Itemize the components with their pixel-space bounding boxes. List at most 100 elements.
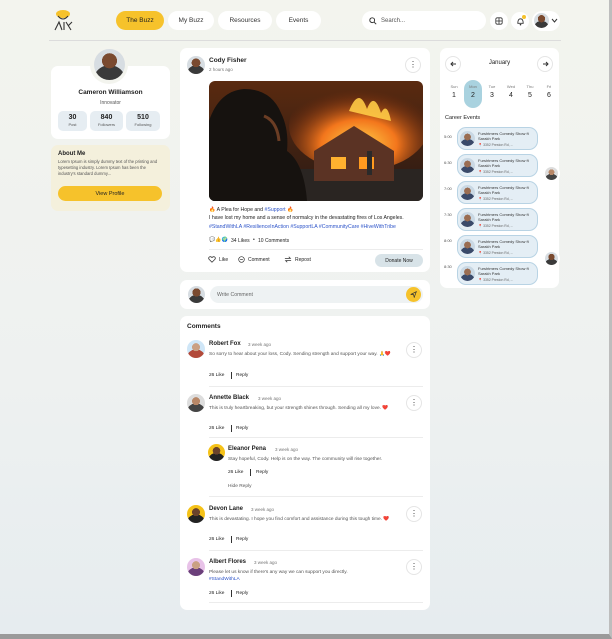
comment-more-button[interactable]: ⋮	[406, 559, 422, 575]
tab-resources[interactable]: Resources	[218, 11, 272, 30]
rail-avatar[interactable]	[543, 250, 560, 267]
grid-button[interactable]	[490, 12, 508, 30]
comment-hashtag[interactable]: #StandWithLA	[209, 577, 240, 582]
post-likes[interactable]: 34 Likes	[231, 238, 250, 244]
comment-author[interactable]: Devon Lane	[209, 506, 243, 512]
rail-avatar[interactable]	[543, 165, 560, 182]
search-icon	[369, 16, 377, 25]
comment-author[interactable]: Annette Black	[209, 395, 249, 401]
search-input[interactable]: Search...	[362, 11, 486, 30]
time-label: 7:30	[444, 212, 452, 217]
post-comments-count[interactable]: 10 Comments	[258, 238, 289, 244]
post-title: 🔥 A Plea for Hope and #Support 🔥	[209, 207, 294, 213]
tab-events[interactable]: Events	[276, 11, 321, 30]
comment-more-button[interactable]: ⋮	[406, 342, 422, 358]
event-card[interactable]: Furshtmers Comedy Show ft Sarakh Park 📍 3…	[457, 154, 538, 177]
comment-text: So sorry to hear about your loss, Cody. …	[209, 352, 391, 357]
calendar-day[interactable]: Sun 1	[445, 80, 463, 108]
event-thumbnail	[460, 185, 475, 200]
post-more-button[interactable]: ⋮	[405, 57, 421, 73]
action-separator	[231, 536, 232, 543]
reply-avatar[interactable]	[208, 444, 225, 461]
hive-logo[interactable]	[51, 8, 75, 36]
comment-reply-button[interactable]: Reply	[236, 426, 248, 431]
comment-likes[interactable]: 26 Like	[209, 537, 224, 542]
event-card[interactable]: Furshtmers Comedy Show ft Sarakh Park 📍 3…	[457, 127, 538, 150]
comment-avatar[interactable]	[187, 505, 205, 523]
calendar-day[interactable]: Wed 4	[502, 80, 520, 108]
hashtag-support[interactable]: #Support	[265, 207, 286, 213]
stat-followers[interactable]: 840 Followers	[90, 111, 123, 131]
send-button[interactable]	[406, 287, 421, 302]
search-placeholder: Search...	[381, 17, 406, 24]
comment-likes[interactable]: 26 Like	[209, 373, 224, 378]
notification-dot	[522, 15, 526, 19]
time-label: 7:00	[444, 186, 452, 191]
time-label: 6:30	[444, 160, 452, 165]
hide-reply-button[interactable]: Hide Reply	[228, 484, 251, 489]
tab-the-buzz[interactable]: The Buzz	[116, 11, 164, 30]
arrow-right-icon	[542, 61, 549, 67]
event-card[interactable]: Furshtmers Comedy Show ft Sarakh Park 📍 3…	[457, 208, 538, 231]
about-title: About Me	[58, 151, 86, 157]
action-separator	[231, 372, 232, 379]
notification-button[interactable]	[511, 12, 529, 30]
write-comment-input[interactable]: Write Comment	[210, 286, 423, 303]
about-text: Lorem Ipsum is simply dummy text of the …	[58, 159, 158, 176]
comment-text: This is devastating. I hope you find com…	[209, 517, 390, 522]
reply-author[interactable]: Eleanor Pena	[228, 446, 266, 452]
comment-button[interactable]: Comment	[238, 256, 270, 263]
post-author-name[interactable]: Cody Fisher	[209, 57, 247, 64]
calendar-day[interactable]: Thu 5	[521, 80, 539, 108]
comment-avatar[interactable]	[187, 340, 205, 358]
comment-reply-button[interactable]: Reply	[236, 591, 248, 596]
comment-time: 3 week ago	[258, 396, 282, 401]
post-body: I have lost my home and a sense of norma…	[209, 215, 404, 221]
post-divider	[209, 249, 423, 250]
app-window: The Buzz My Buzz Resources Events Search…	[0, 0, 612, 639]
tab-my-buzz[interactable]: My Buzz	[168, 11, 214, 30]
profile-avatar[interactable]	[94, 49, 125, 80]
comment-more-button[interactable]: ⋮	[406, 506, 422, 522]
event-card[interactable]: Furshtmers Comedy Show ft Sarakh Park 📍 3…	[457, 262, 538, 285]
reaction-icons: 💬👍🌍	[209, 237, 228, 243]
calendar-day-selected[interactable]: Mon 2	[464, 80, 482, 108]
event-thumbnail	[460, 239, 475, 254]
career-events-title: Career Events	[445, 115, 481, 121]
calendar-day[interactable]: Tue 3	[483, 80, 501, 108]
comment-more-button[interactable]: ⋮	[406, 395, 422, 411]
reply-likes[interactable]: 26 Like	[228, 470, 243, 475]
action-separator	[250, 469, 251, 476]
grid-icon	[495, 17, 503, 25]
calendar-day[interactable]: Fri 6	[540, 80, 558, 108]
stat-following[interactable]: 510 Following	[126, 111, 160, 131]
repost-button[interactable]: Repost	[284, 256, 311, 263]
post-author-avatar[interactable]	[187, 56, 205, 74]
comment-reply-button[interactable]: Reply	[236, 537, 248, 542]
stat-posts[interactable]: 30 Post	[58, 111, 87, 131]
comment-reply-button[interactable]: Reply	[236, 373, 248, 378]
comment-text: This is truly heartbreaking, but your st…	[209, 406, 389, 411]
event-thumbnail	[460, 266, 475, 281]
heart-icon	[208, 256, 216, 263]
comment-avatar[interactable]	[187, 558, 205, 576]
post-image[interactable]	[209, 81, 423, 201]
event-thumbnail	[460, 131, 475, 146]
comment-likes[interactable]: 26 Like	[209, 426, 224, 431]
comment-likes[interactable]: 26 Like	[209, 591, 224, 596]
event-thumbnail	[460, 212, 475, 227]
comment-avatar[interactable]	[187, 394, 205, 412]
event-card[interactable]: Furshtmers Comedy Show ft Sarakh Park 📍 3…	[457, 235, 538, 258]
reply-text: Stay hopeful, Cody. Help is on the way. …	[228, 457, 383, 462]
comment-author[interactable]: Robert Fox	[209, 341, 241, 347]
post-hashtags[interactable]: #StandWithLA #ResilienceInAction #Suppor…	[209, 224, 396, 230]
reply-reply-button[interactable]: Reply	[256, 470, 268, 475]
view-profile-button[interactable]: View Profile	[58, 186, 162, 201]
like-button[interactable]: Like	[208, 256, 228, 263]
next-month-button[interactable]	[537, 56, 553, 72]
user-menu[interactable]	[532, 11, 560, 31]
donate-now-button[interactable]: Donate Now	[375, 254, 423, 267]
action-separator	[231, 590, 232, 597]
comment-author[interactable]: Albert Flores	[209, 559, 246, 565]
event-card[interactable]: Furshtmers Comedy Show ft Sarakh Park 📍 3…	[457, 181, 538, 204]
